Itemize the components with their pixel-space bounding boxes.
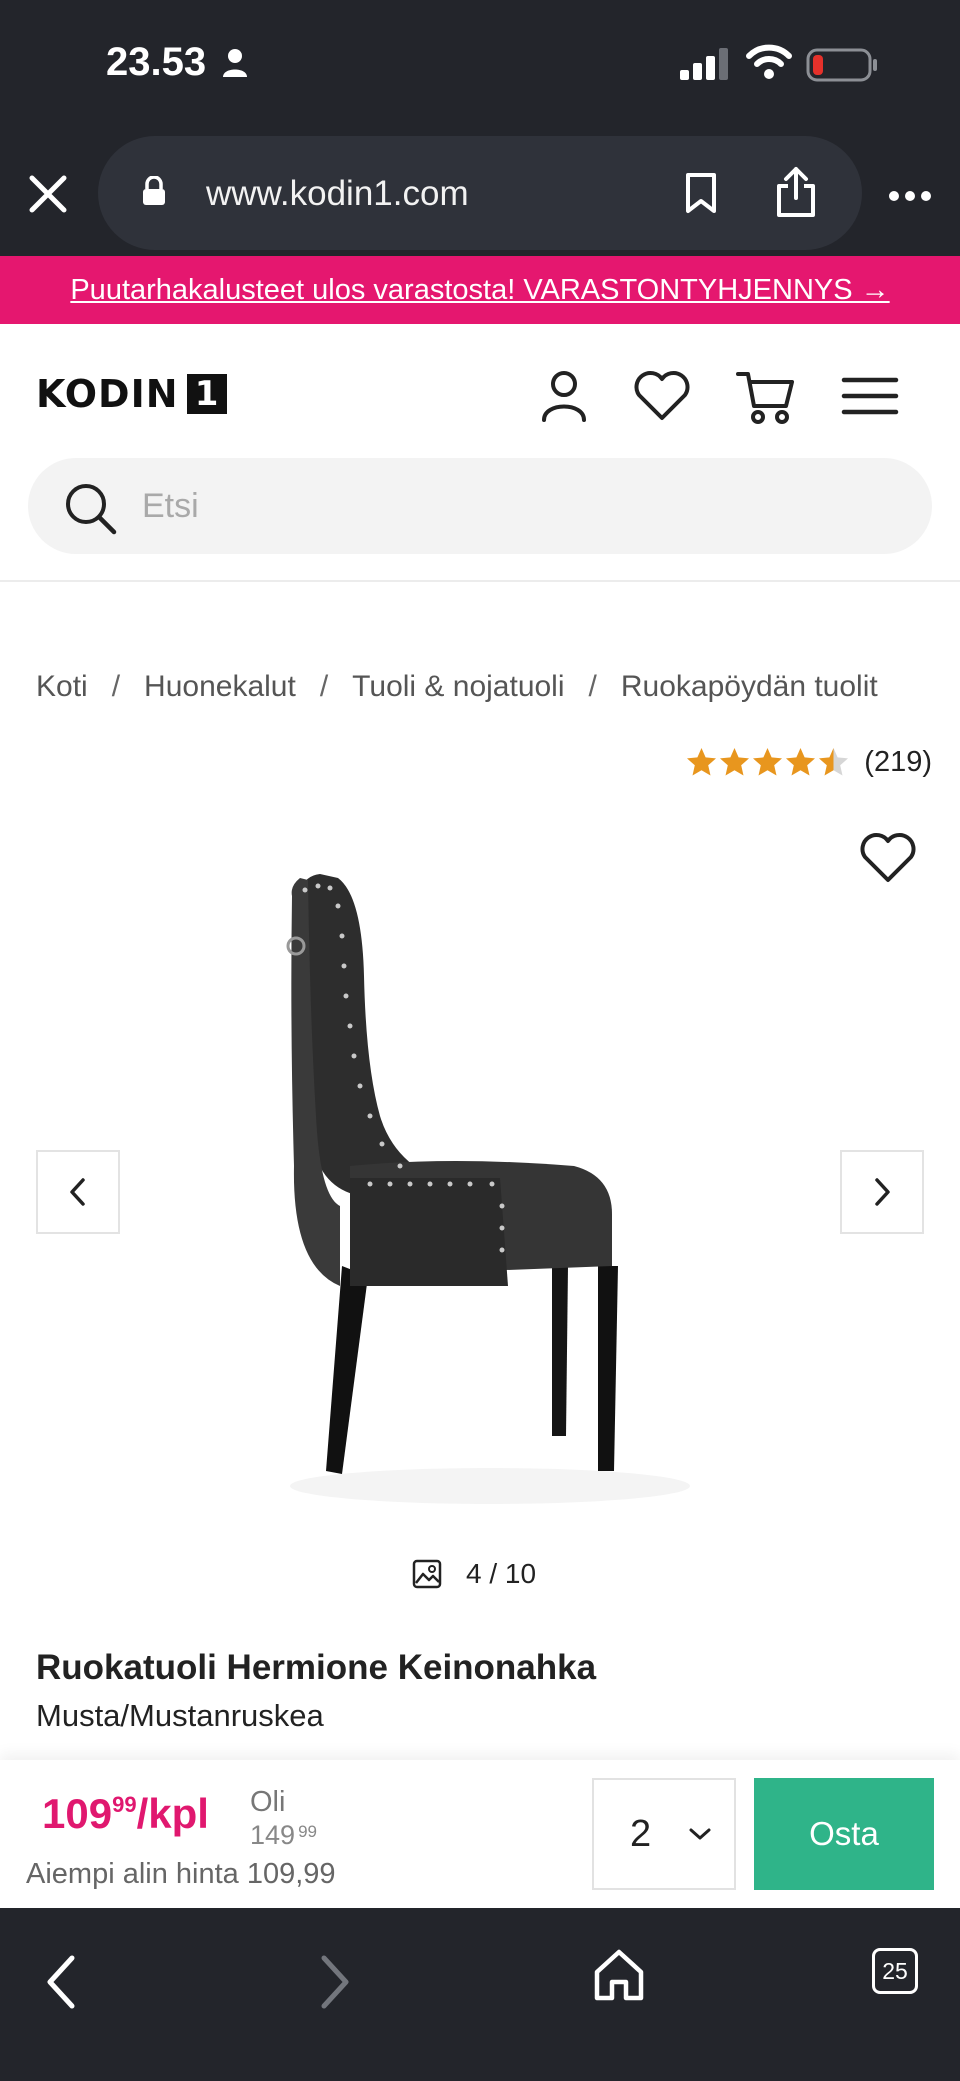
previous-price-integer: 149 xyxy=(250,1820,296,1850)
star-icon xyxy=(819,748,849,776)
breadcrumb-separator: / xyxy=(588,670,597,703)
search-bar[interactable] xyxy=(28,458,932,554)
gallery-next-button[interactable] xyxy=(840,1150,924,1234)
current-price: 109 99 /kpl xyxy=(42,1790,209,1838)
product-title: Ruokatuoli Hermione Keinonahka xyxy=(36,1648,597,1687)
kodin1-logo[interactable]: KODIN 1 xyxy=(36,372,227,416)
browser-toolbar: www.kodin1.com xyxy=(0,130,960,256)
sticky-buy-bar: 109 99 /kpl Oli 149 99 Aiempi alin hinta… xyxy=(0,1760,960,1908)
previous-price-decimals: 99 xyxy=(298,1822,317,1841)
url-text: www.kodin1.com xyxy=(206,174,469,213)
product-variant: Musta/Mustanruskea xyxy=(36,1698,324,1733)
product-rating[interactable]: (219) xyxy=(685,746,932,779)
hamburger-menu-icon[interactable] xyxy=(838,364,902,428)
breadcrumb-huonekalut[interactable]: Huonekalut xyxy=(144,670,296,704)
address-bar[interactable]: www.kodin1.com xyxy=(98,136,862,250)
product-image-chair[interactable] xyxy=(230,866,730,1516)
forward-arrow-icon[interactable] xyxy=(314,1952,354,2012)
gallery-counter: 4 / 10 xyxy=(412,1558,536,1590)
price-decimals: 99 xyxy=(112,1792,137,1817)
breadcrumb-tuoli-nojatuoli[interactable]: Tuoli & nojatuoli xyxy=(352,670,564,704)
price-integer: 109 xyxy=(42,1790,113,1837)
cart-icon[interactable] xyxy=(734,364,798,428)
person-icon xyxy=(223,49,247,77)
breadcrumb: Koti / Huonekalut / Tuoli & nojatuoli / … xyxy=(36,670,878,704)
chevron-left-icon xyxy=(70,1178,85,1206)
site-header: KODIN 1 xyxy=(0,324,960,582)
search-icon xyxy=(66,484,117,535)
star-icon xyxy=(687,748,717,776)
image-icon xyxy=(412,1559,442,1589)
heart-icon[interactable] xyxy=(630,364,694,428)
star-icon xyxy=(786,748,816,776)
status-time: 23.53 xyxy=(106,40,207,84)
add-to-wishlist-heart-icon[interactable] xyxy=(856,826,920,890)
star-icon xyxy=(753,748,783,776)
search-input[interactable] xyxy=(142,480,902,532)
logo-text: KODIN xyxy=(36,372,179,416)
account-icon[interactable] xyxy=(532,364,596,428)
wifi-icon xyxy=(746,44,792,79)
buy-button[interactable]: Osta xyxy=(754,1778,934,1890)
previous-price-label: Oli xyxy=(250,1786,286,1818)
rating-stars xyxy=(685,746,850,779)
home-icon[interactable] xyxy=(590,1946,648,2004)
bookmark-icon[interactable] xyxy=(684,172,718,214)
price-unit: /kpl xyxy=(136,1790,209,1837)
gallery-prev-button[interactable] xyxy=(36,1150,120,1234)
quantity-value: 2 xyxy=(630,1812,652,1855)
chevron-right-icon xyxy=(875,1178,890,1206)
battery-icon xyxy=(806,48,877,82)
cellular-signal-icon xyxy=(680,48,728,80)
promo-banner: Puutarhakalusteet ulos varastosta! VARAS… xyxy=(0,256,960,324)
review-count: (219) xyxy=(864,746,932,778)
breadcrumb-separator: / xyxy=(111,670,121,703)
previous-price: 149 99 xyxy=(250,1820,317,1851)
tab-switcher-button[interactable]: 25 xyxy=(872,1948,918,1994)
lowest-price-text: Aiempi alin hinta 109,99 xyxy=(26,1858,336,1890)
quantity-select[interactable]: 2 xyxy=(592,1778,736,1890)
breadcrumb-ruokapoydan-tuolit[interactable]: Ruokapöydän tuolit xyxy=(621,670,878,704)
status-bar: 23.53 xyxy=(0,0,960,130)
breadcrumb-separator: / xyxy=(319,670,329,703)
gallery-counter-text: 4 / 10 xyxy=(466,1558,537,1589)
star-icon xyxy=(720,748,750,776)
browser-bottom-toolbar: 25 xyxy=(0,1908,960,2081)
more-options-icon[interactable] xyxy=(888,190,932,202)
logo-mark: 1 xyxy=(186,374,227,414)
breadcrumb-koti[interactable]: Koti xyxy=(36,670,88,704)
lock-icon xyxy=(143,176,165,205)
chevron-down-icon xyxy=(689,1828,711,1840)
back-arrow-icon[interactable] xyxy=(42,1952,82,2012)
close-icon[interactable] xyxy=(24,170,72,218)
share-icon[interactable] xyxy=(774,166,818,218)
promo-link[interactable]: Puutarhakalusteet ulos varastosta! VARAS… xyxy=(70,274,889,307)
